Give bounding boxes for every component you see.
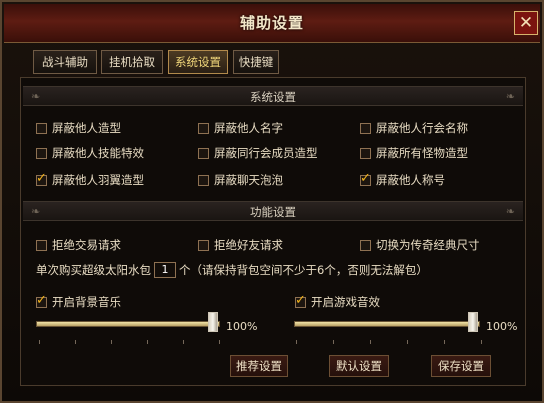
purchase-row: 单次购买超级太阳水包 1 个（请保持背包空间不少于6个，否则无法解包）	[36, 262, 428, 278]
system-settings-title: 系统设置	[250, 90, 296, 104]
tab-combat-assist[interactable]: 战斗辅助	[33, 50, 97, 74]
option-game-sfx[interactable]: 开启游戏音效	[295, 293, 380, 310]
music-tick	[111, 340, 112, 344]
option-hide-all-monster-appearance[interactable]: 屏蔽所有怪物造型	[360, 145, 468, 161]
function-settings-header: ❧ 功能设置 ❧	[23, 201, 523, 221]
checkbox[interactable]	[198, 147, 209, 159]
sfx-tick	[444, 340, 445, 344]
ornament-right-icon: ❧	[505, 205, 515, 218]
option-label: 屏蔽聊天泡泡	[214, 173, 283, 187]
sfx-tick	[296, 340, 297, 344]
option-background-music[interactable]: 开启背景音乐	[36, 293, 121, 310]
settings-window: 辅助设置 ✕ 战斗辅助 挂机拾取 系统设置 快捷键 ❧ 系统设置 ❧ 屏蔽他人造…	[0, 0, 544, 403]
music-volume-value: 100%	[226, 320, 258, 333]
checkbox[interactable]	[198, 122, 209, 134]
option-label: 屏蔽他人名字	[214, 121, 283, 135]
checkbox[interactable]	[198, 174, 209, 186]
option-hide-others-name[interactable]: 屏蔽他人名字	[198, 120, 283, 136]
option-label: 屏蔽他人行会名称	[376, 121, 468, 135]
music-volume-track[interactable]	[36, 321, 220, 327]
sfx-tick	[407, 340, 408, 344]
option-reject-friend[interactable]: 拒绝好友请求	[198, 237, 283, 253]
checkbox[interactable]	[360, 147, 371, 159]
option-label: 屏蔽他人造型	[52, 121, 121, 135]
option-hide-titles[interactable]: 屏蔽他人称号	[360, 171, 445, 188]
function-settings-title: 功能设置	[250, 205, 296, 219]
option-reject-trade[interactable]: 拒绝交易请求	[36, 237, 121, 253]
sfx-volume-handle[interactable]	[468, 312, 478, 332]
music-volume-handle[interactable]	[208, 312, 218, 332]
close-icon: ✕	[518, 13, 534, 33]
music-tick	[75, 340, 76, 344]
option-label: 屏蔽他人称号	[376, 173, 445, 187]
system-settings-header: ❧ 系统设置 ❧	[23, 86, 523, 106]
default-settings-button[interactable]: 默认设置	[329, 355, 389, 377]
checkbox-checked[interactable]	[36, 293, 47, 308]
music-tick	[219, 340, 220, 344]
checkbox[interactable]	[360, 122, 371, 134]
checkbox[interactable]	[36, 239, 47, 251]
recommend-settings-button[interactable]: 推荐设置	[230, 355, 288, 377]
purchase-suffix: 个（请保持背包空间不少于6个，否则无法解包）	[179, 263, 428, 277]
checkbox-checked[interactable]	[295, 293, 306, 308]
ornament-right-icon: ❧	[505, 90, 515, 103]
purchase-prefix: 单次购买超级太阳水包	[36, 263, 151, 277]
checkbox-checked[interactable]	[360, 171, 371, 186]
option-hide-skill-effects[interactable]: 屏蔽他人技能特效	[36, 145, 144, 161]
music-tick	[147, 340, 148, 344]
purchase-quantity-input[interactable]: 1	[154, 262, 176, 278]
option-label: 拒绝好友请求	[214, 238, 283, 252]
option-label: 屏蔽他人技能特效	[52, 146, 144, 160]
option-hide-guild-member-appearance[interactable]: 屏蔽同行会成员造型	[198, 145, 318, 161]
save-settings-button[interactable]: 保存设置	[431, 355, 491, 377]
option-label: 屏蔽同行会成员造型	[214, 146, 318, 160]
option-label: 屏蔽他人羽翼造型	[52, 173, 144, 187]
sfx-tick	[481, 340, 482, 344]
music-tick	[39, 340, 40, 344]
sfx-tick	[333, 340, 334, 344]
checkbox[interactable]	[198, 239, 209, 251]
sfx-tick	[370, 340, 371, 344]
checkbox[interactable]	[360, 239, 371, 251]
tab-system-settings[interactable]: 系统设置	[168, 50, 228, 74]
sfx-volume-value: 100%	[486, 320, 518, 333]
tab-auto-pickup[interactable]: 挂机拾取	[101, 50, 163, 74]
sfx-volume-track[interactable]	[294, 321, 480, 327]
window-title: 辅助设置	[239, 14, 304, 32]
title-bar: 辅助设置 ✕	[4, 4, 540, 43]
close-button[interactable]: ✕	[514, 11, 538, 35]
option-label: 切换为传奇经典尺寸	[376, 238, 480, 252]
option-label: 屏蔽所有怪物造型	[376, 146, 468, 160]
checkbox-checked[interactable]	[36, 171, 47, 186]
option-hide-others-appearance[interactable]: 屏蔽他人造型	[36, 120, 121, 136]
checkbox[interactable]	[36, 147, 47, 159]
option-classic-size[interactable]: 切换为传奇经典尺寸	[360, 237, 480, 253]
option-label: 拒绝交易请求	[52, 238, 121, 252]
music-tick	[183, 340, 184, 344]
option-hide-guild-name[interactable]: 屏蔽他人行会名称	[360, 120, 468, 136]
checkbox[interactable]	[36, 122, 47, 134]
option-label: 开启游戏音效	[311, 295, 380, 309]
option-hide-wings[interactable]: 屏蔽他人羽翼造型	[36, 171, 144, 188]
option-hide-chat-bubbles[interactable]: 屏蔽聊天泡泡	[198, 172, 283, 188]
tab-hotkeys[interactable]: 快捷键	[233, 50, 279, 74]
option-label: 开启背景音乐	[52, 295, 121, 309]
